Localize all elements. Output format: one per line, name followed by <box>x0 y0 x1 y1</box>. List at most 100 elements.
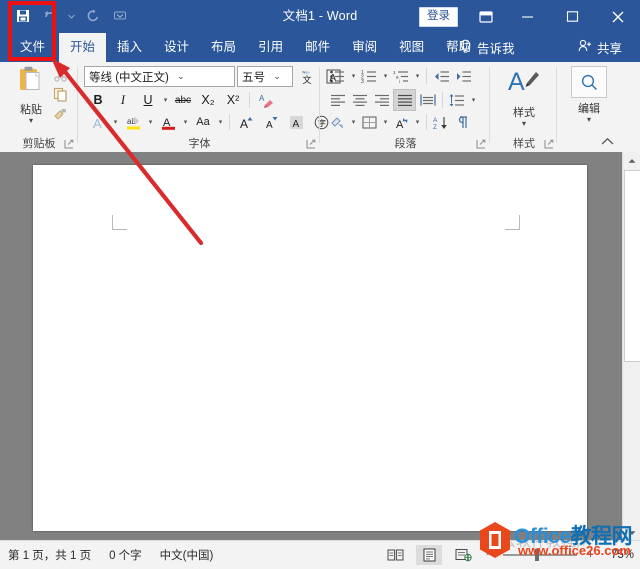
styles-dropdown-icon[interactable]: ▾ <box>522 120 526 128</box>
editing-button[interactable]: 编辑 ▾ <box>566 66 612 124</box>
vertical-scrollbar[interactable] <box>622 152 640 541</box>
multilevel-dropdown-icon[interactable]: ▾ <box>413 66 422 86</box>
font-dialog-launcher[interactable] <box>305 139 316 150</box>
tell-me-box[interactable]: 告诉我 <box>459 33 515 62</box>
tab-mailings[interactable]: 邮件 <box>294 33 341 62</box>
sort-icon[interactable]: A Z <box>431 112 452 132</box>
change-case-dropdown-icon[interactable]: ▾ <box>216 112 225 132</box>
decrease-indent-icon[interactable] <box>431 66 452 86</box>
editing-dropdown-icon[interactable]: ▾ <box>587 116 591 124</box>
read-mode-icon[interactable] <box>382 545 408 565</box>
tab-view[interactable]: 视图 <box>388 33 435 62</box>
bullets-dropdown-icon[interactable]: ▾ <box>349 66 358 86</box>
justify-icon[interactable] <box>393 89 416 111</box>
paste-dropdown-icon[interactable]: ▾ <box>29 117 33 125</box>
close-icon[interactable] <box>595 0 640 33</box>
scrollbar-thumb[interactable] <box>624 170 640 362</box>
web-layout-icon[interactable] <box>450 545 476 565</box>
font-name-combo[interactable]: 等线 (中文正文) ⌄ <box>84 66 235 87</box>
bold-button[interactable]: B <box>86 90 110 110</box>
styles-dialog-launcher[interactable] <box>543 139 554 150</box>
change-case-button[interactable]: Aa <box>191 112 215 132</box>
distributed-align-icon[interactable] <box>417 90 438 110</box>
shrink-font-icon[interactable]: A <box>259 112 283 132</box>
document-canvas[interactable] <box>0 152 640 541</box>
line-spacing-icon[interactable] <box>447 90 468 110</box>
zoom-out-button[interactable]: − <box>484 549 495 561</box>
text-effects-dropdown-icon[interactable]: ▾ <box>111 112 120 132</box>
multilevel-list-icon[interactable]: 1 a i <box>391 66 412 86</box>
share-button[interactable]: 共享 <box>578 33 622 62</box>
ribbon-display-options-icon[interactable] <box>467 0 505 33</box>
character-shading-icon[interactable]: A <box>284 112 308 132</box>
borders-dropdown-icon[interactable]: ▾ <box>381 112 390 132</box>
align-left-icon[interactable] <box>327 90 348 110</box>
language-indicator[interactable]: 中文(中国) <box>160 547 214 563</box>
tab-layout[interactable]: 布局 <box>200 33 247 62</box>
sign-in-button[interactable]: 登录 <box>419 7 458 27</box>
cut-icon[interactable] <box>53 67 70 84</box>
tab-home[interactable]: 开始 <box>59 33 107 62</box>
text-direction-dropdown-icon[interactable]: ▾ <box>413 112 422 132</box>
highlight-dropdown-icon[interactable]: ▾ <box>146 112 155 132</box>
superscript-button[interactable]: X² <box>221 90 245 110</box>
phonetic-guide-icon[interactable]: ᵂᵉⁿ 文 <box>295 67 319 87</box>
tab-file[interactable]: 文件 <box>10 33 55 62</box>
clipboard-small-buttons <box>53 67 70 124</box>
maximize-icon[interactable] <box>550 0 595 33</box>
borders-icon[interactable] <box>359 112 380 132</box>
zoom-percent-label[interactable]: 75% <box>604 549 634 561</box>
underline-button[interactable]: U <box>136 90 160 110</box>
chevron-down-icon[interactable]: ⌄ <box>269 71 285 82</box>
tab-references[interactable]: 引用 <box>247 33 294 62</box>
chevron-down-icon[interactable]: ⌄ <box>173 71 189 82</box>
document-page[interactable] <box>33 165 587 531</box>
tab-design[interactable]: 设计 <box>153 33 200 62</box>
scroll-up-icon[interactable] <box>623 152 640 169</box>
strikethrough-button[interactable]: abc <box>171 90 195 110</box>
zoom-in-button[interactable]: + <box>585 549 596 561</box>
styles-icon: A <box>507 66 541 102</box>
copy-icon[interactable] <box>53 87 70 104</box>
clipboard-dialog-launcher[interactable] <box>63 139 74 150</box>
word-count[interactable]: 0 个字 <box>109 547 142 563</box>
numbering-icon[interactable]: 1 2 3 <box>359 66 380 86</box>
tab-review[interactable]: 审阅 <box>341 33 388 62</box>
zoom-thumb[interactable] <box>535 549 539 561</box>
page-indicator[interactable]: 第 1 页，共 1 页 <box>8 547 91 563</box>
font-color-dropdown-icon[interactable]: ▾ <box>181 112 190 132</box>
scroll-down-icon[interactable] <box>623 524 640 541</box>
font-color-icon[interactable]: A <box>156 112 180 132</box>
minimize-icon[interactable] <box>505 0 550 33</box>
align-right-icon[interactable] <box>371 90 392 110</box>
subscript-button[interactable]: X₂ <box>196 90 220 110</box>
format-painter-icon[interactable] <box>53 107 70 124</box>
underline-dropdown-icon[interactable]: ▾ <box>161 90 170 110</box>
clear-formatting-icon[interactable]: A <box>254 90 278 110</box>
divider <box>249 92 250 108</box>
print-layout-icon[interactable] <box>416 545 442 565</box>
paragraph-dialog-launcher[interactable] <box>475 139 486 150</box>
font-controls-row-2: B I U ▾ abc X₂ X² A <box>86 90 278 110</box>
shading-dropdown-icon[interactable]: ▾ <box>349 112 358 132</box>
svg-text:A: A <box>259 94 265 103</box>
text-effects-icon[interactable]: A <box>86 112 110 132</box>
tab-insert[interactable]: 插入 <box>106 33 153 62</box>
numbering-dropdown-icon[interactable]: ▾ <box>381 66 390 86</box>
font-size-combo[interactable]: 五号 ⌄ <box>237 66 293 87</box>
increase-indent-icon[interactable] <box>453 66 474 86</box>
italic-button[interactable]: I <box>111 90 135 110</box>
bullets-icon[interactable] <box>327 66 348 86</box>
align-center-icon[interactable] <box>349 90 370 110</box>
paragraph-shading-icon[interactable] <box>327 112 348 132</box>
text-direction-icon[interactable]: A <box>391 112 412 132</box>
paragraph-group-label: 段落 <box>394 138 417 150</box>
highlight-color-icon[interactable]: ab <box>121 112 145 132</box>
collapse-ribbon-icon[interactable] <box>601 137 614 149</box>
show-formatting-marks-icon[interactable] <box>453 112 474 132</box>
line-spacing-dropdown-icon[interactable]: ▾ <box>469 90 478 110</box>
paste-button[interactable]: 粘贴 ▾ <box>10 65 52 125</box>
styles-button[interactable]: A 样式 ▾ <box>501 66 547 128</box>
grow-font-icon[interactable]: A <box>234 112 258 132</box>
zoom-slider[interactable] <box>503 547 577 563</box>
